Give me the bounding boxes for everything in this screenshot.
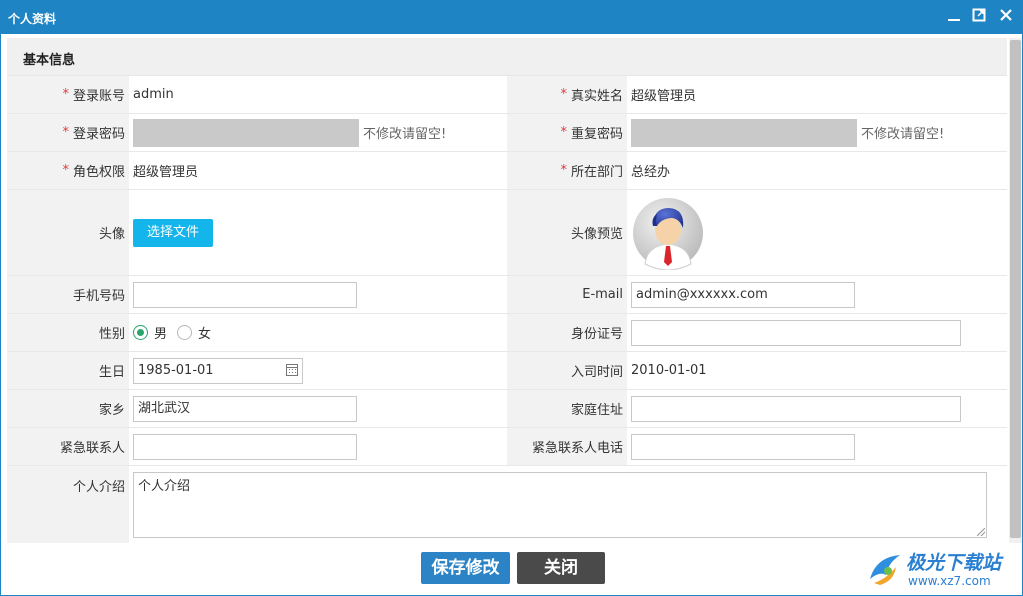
gender-female-label: 女 xyxy=(198,327,212,342)
role-value: 超级管理员 xyxy=(133,165,199,180)
required-mark: * xyxy=(560,125,567,140)
vertical-scrollbar[interactable] xyxy=(1009,38,1022,543)
repeat-password-label: * 重复密码 xyxy=(507,114,627,151)
gender-label: 性别 xyxy=(7,314,129,351)
required-mark: * xyxy=(62,125,69,140)
email-label: E-mail xyxy=(507,276,627,313)
email-input[interactable]: admin@xxxxxx.com xyxy=(631,281,855,308)
emergency-phone-input[interactable] xyxy=(631,433,855,460)
maximize-icon xyxy=(972,8,986,22)
close-window-button[interactable] xyxy=(996,7,1016,27)
watermark-name: 极光下载站 xyxy=(906,552,1002,574)
birthday-date-input[interactable]: 1985-01-01 xyxy=(133,357,303,384)
resize-grip-icon[interactable] xyxy=(977,528,985,536)
login-account-value: admin xyxy=(133,87,174,102)
form-row: 头像 选择文件 头像预览 xyxy=(7,190,1007,276)
avatar-preview-label: 头像预览 xyxy=(507,190,627,275)
intro-textarea[interactable]: 个人介绍 xyxy=(133,472,987,538)
form-row: * 角色权限 超级管理员 * 所在部门 总经办 xyxy=(7,152,1007,190)
hometown-input[interactable]: 湖北武汉 xyxy=(133,395,357,422)
id-number-label: 身份证号 xyxy=(507,314,627,351)
join-date-value: 2010-01-01 xyxy=(631,363,707,378)
login-account-label: * 登录账号 xyxy=(7,76,129,113)
repeat-password-hint: 不修改请留空! xyxy=(861,127,945,142)
hometown-label: 家乡 xyxy=(7,390,129,427)
gender-male-label: 男 xyxy=(154,327,168,342)
emergency-contact-label: 紧急联系人 xyxy=(7,428,129,465)
required-mark: * xyxy=(560,163,567,178)
emergency-contact-input[interactable] xyxy=(133,433,357,460)
save-button[interactable]: 保存修改 xyxy=(421,552,510,584)
gender-radio-group: 男 女 xyxy=(133,314,221,351)
avatar-label: 头像 xyxy=(7,190,129,275)
birthday-label: 生日 xyxy=(7,352,129,389)
role-label: * 角色权限 xyxy=(7,152,129,189)
profile-dialog: 个人资料 基本信息 * 登录账号 admin * 真实姓名 超级管理员 * 登录密码 … xyxy=(0,0,1023,596)
close-icon xyxy=(1000,9,1012,21)
form-row: 紧急联系人 紧急联系人电话 xyxy=(7,428,1007,466)
emergency-phone-label: 紧急联系人电话 xyxy=(507,428,627,465)
maximize-button[interactable] xyxy=(969,7,989,27)
minimize-button[interactable] xyxy=(944,7,964,27)
gender-male-radio[interactable] xyxy=(133,325,148,340)
form-row: 家乡 湖北武汉 家庭住址 xyxy=(7,390,1007,428)
phone-input[interactable] xyxy=(133,281,357,308)
scrollbar-thumb[interactable] xyxy=(1010,40,1021,538)
section-header: 基本信息 xyxy=(7,38,1007,76)
id-number-input[interactable] xyxy=(631,319,961,346)
form-row: 性别 男 女 身份证号 xyxy=(7,314,1007,352)
join-date-label: 入司时间 xyxy=(507,352,627,389)
form-row: * 登录密码 不修改请留空! * 重复密码 不修改请留空! xyxy=(7,114,1007,152)
form-row: * 登录账号 admin * 真实姓名 超级管理员 xyxy=(7,76,1007,114)
intro-label: 个人介绍 xyxy=(7,466,129,543)
form-row: 手机号码 E-mail admin@xxxxxx.com xyxy=(7,276,1007,314)
close-button[interactable]: 关闭 xyxy=(517,552,605,584)
login-password-label: * 登录密码 xyxy=(7,114,129,151)
window-title: 个人资料 xyxy=(8,12,57,26)
department-value: 总经办 xyxy=(631,165,671,180)
required-mark: * xyxy=(560,87,567,102)
minimize-icon xyxy=(948,19,960,21)
gender-female-radio[interactable] xyxy=(177,325,193,340)
real-name-label: * 真实姓名 xyxy=(507,76,627,113)
choose-file-button[interactable]: 选择文件 xyxy=(133,218,214,247)
avatar-preview-image xyxy=(633,197,703,270)
watermark-logo-icon xyxy=(870,555,900,585)
repeat-password-field[interactable] xyxy=(631,118,857,147)
form-area: 基本信息 * 登录账号 admin * 真实姓名 超级管理员 * 登录密码 不修改请留… xyxy=(7,38,1007,543)
login-password-field[interactable] xyxy=(133,118,359,147)
required-mark: * xyxy=(62,87,69,102)
site-watermark: 极光下载站 www.xz7.com xyxy=(866,548,1016,590)
address-label: 家庭住址 xyxy=(507,390,627,427)
title-bar: 个人资料 xyxy=(1,1,1022,34)
address-input[interactable] xyxy=(631,395,961,422)
password-hint: 不修改请留空! xyxy=(363,127,447,142)
section-title: 基本信息 xyxy=(23,53,76,68)
form-row: 生日 1985-01-01 入司时间 2010-01-01 xyxy=(7,352,1007,390)
calendar-icon[interactable] xyxy=(286,363,298,376)
watermark-url: www.xz7.com xyxy=(908,574,991,588)
phone-label: 手机号码 xyxy=(7,276,129,313)
required-mark: * xyxy=(62,163,69,178)
real-name-value: 超级管理员 xyxy=(631,89,697,104)
department-label: * 所在部门 xyxy=(507,152,627,189)
form-row: 个人介绍 个人介绍 xyxy=(7,466,1007,543)
